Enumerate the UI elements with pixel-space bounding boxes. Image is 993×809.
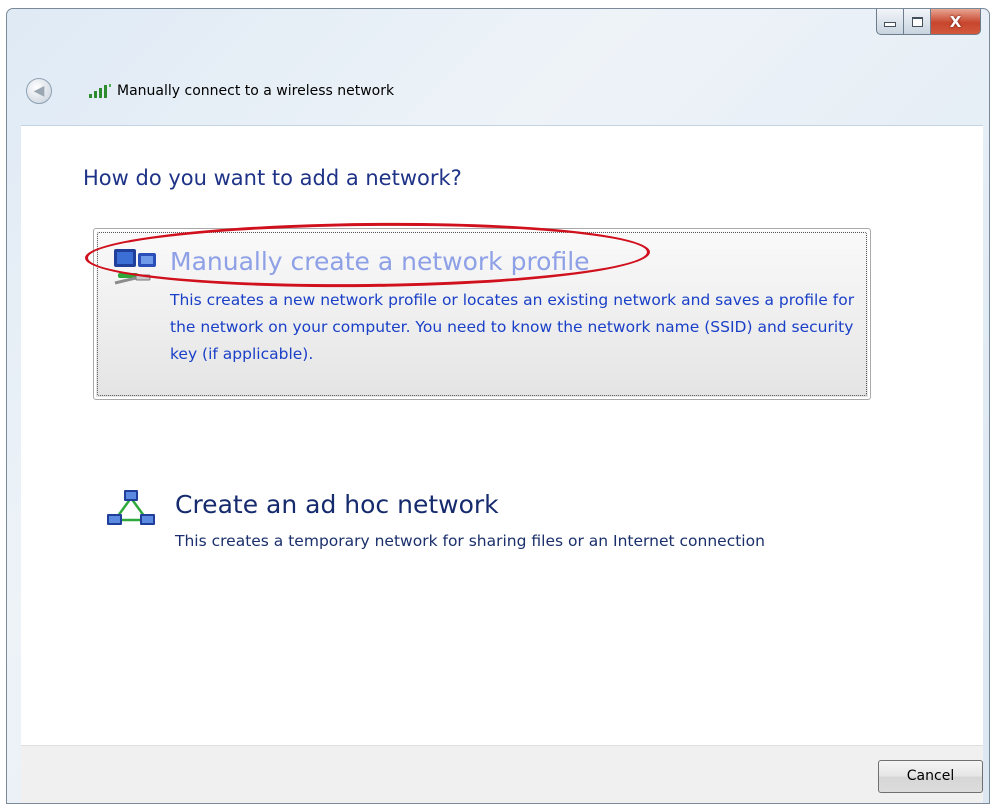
option-ad-hoc[interactable]: Create an ad hoc network This creates a … <box>93 478 871 598</box>
cancel-button[interactable]: Cancel <box>878 760 983 793</box>
option-description: This creates a new network profile or lo… <box>170 291 855 363</box>
option-title[interactable]: Manually create a network profile <box>170 247 590 276</box>
ad-hoc-network-icon <box>107 490 155 525</box>
dialog-window: X ◀ Manually connect to a wireless netwo… <box>6 8 990 804</box>
dialog-footer: Cancel <box>21 745 983 803</box>
option-manual-profile[interactable]: Manually create a network profile This c… <box>93 228 871 400</box>
caption-buttons: X <box>876 9 981 35</box>
minimize-icon <box>884 22 896 27</box>
back-button[interactable]: ◀ <box>26 78 52 104</box>
maximize-icon <box>911 16 923 27</box>
close-button[interactable]: X <box>931 9 981 35</box>
content-area: How do you want to add a network? Manual… <box>21 125 983 746</box>
minimize-button[interactable] <box>876 9 904 35</box>
option-description: This creates a temporary network for sha… <box>175 532 765 550</box>
back-arrow-icon: ◀ <box>33 82 45 99</box>
maximize-button[interactable] <box>904 9 931 35</box>
page-heading: How do you want to add a network? <box>83 166 462 190</box>
window-title: Manually connect to a wireless network <box>117 83 395 99</box>
option-title[interactable]: Create an ad hoc network <box>175 490 499 519</box>
network-profile-icon <box>114 249 156 285</box>
wireless-signal-icon <box>89 84 111 98</box>
close-icon: X <box>949 12 962 31</box>
